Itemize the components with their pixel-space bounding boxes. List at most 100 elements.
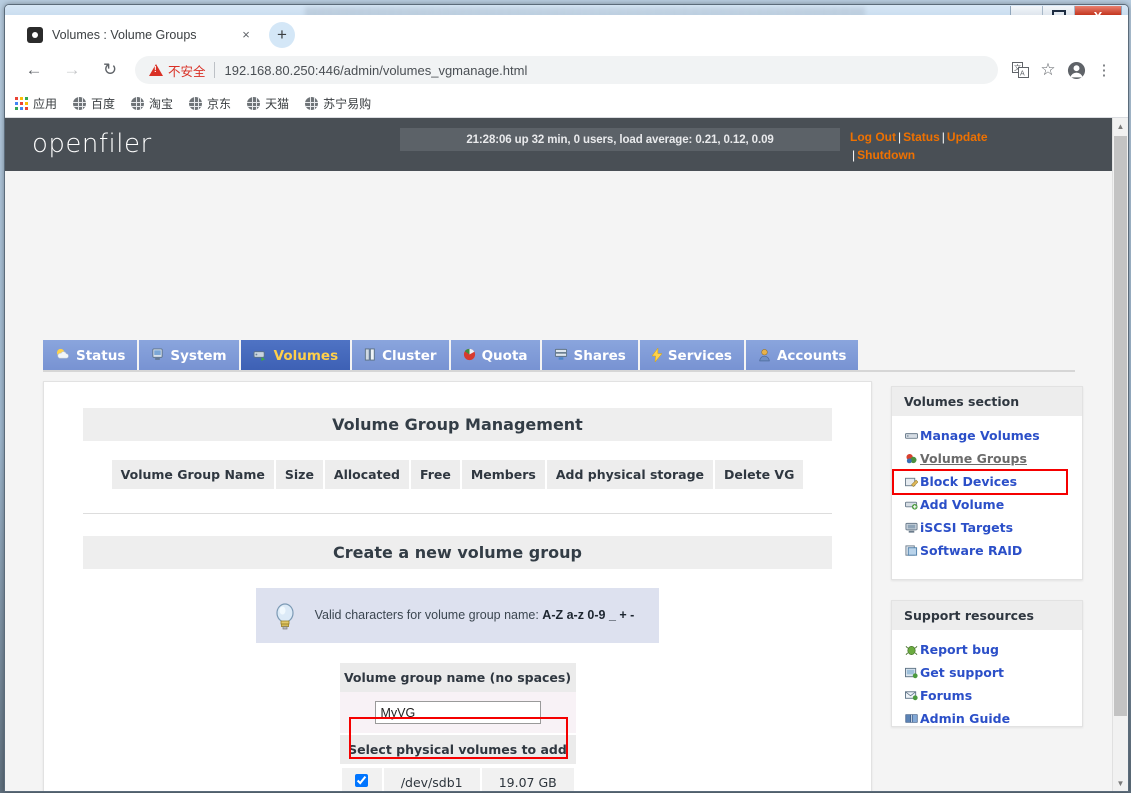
- column-header-free: Free: [411, 460, 460, 489]
- bookmark-item-tmall[interactable]: 天猫: [247, 95, 289, 112]
- sidebar-link[interactable]: Forums: [920, 688, 972, 703]
- bookmark-item-taobao[interactable]: 淘宝: [131, 95, 173, 112]
- svg-text:A: A: [1020, 71, 1025, 78]
- sidebar-link[interactable]: Software RAID: [920, 543, 1022, 558]
- nav-tab-quota[interactable]: Quota: [450, 340, 542, 371]
- shutdown-link[interactable]: Shutdown: [857, 148, 915, 162]
- update-link[interactable]: Update: [947, 130, 988, 144]
- tab-close-icon[interactable]: ×: [238, 27, 254, 43]
- forward-button[interactable]: →: [57, 55, 87, 85]
- nav-tab-label: Services: [667, 347, 732, 364]
- globe-icon: [247, 97, 261, 110]
- pv-device-cell: /dev/sdb1: [383, 768, 480, 791]
- sidebar-link[interactable]: Report bug: [920, 642, 999, 657]
- sidebar-item-forums[interactable]: Forums: [903, 684, 1082, 707]
- bug-icon: [903, 644, 920, 656]
- valid-characters-hint: Valid characters for volume group name: …: [256, 588, 659, 643]
- nav-tab-label: Cluster: [382, 347, 437, 364]
- accounts-icon: [758, 348, 771, 364]
- pv-size-cell: 19.07 GB: [481, 768, 574, 791]
- bookmark-label: 百度: [91, 97, 116, 111]
- sidebar-link[interactable]: Get support: [920, 665, 1004, 680]
- sidebar-link[interactable]: iSCSI Targets: [920, 520, 1013, 535]
- nav-tab-accounts[interactable]: Accounts: [745, 340, 861, 371]
- nav-tab-system[interactable]: System: [139, 340, 241, 371]
- status-link[interactable]: Status: [903, 130, 940, 144]
- bookmark-star-icon[interactable]: ☆: [1034, 56, 1062, 84]
- vg-name-label: Volume group name (no spaces): [339, 663, 576, 692]
- nav-tab-label: System: [170, 347, 227, 364]
- table-row[interactable]: /dev/sdb1 19.07 GB: [341, 768, 574, 791]
- sidebar-item-add-volume[interactable]: Add Volume: [903, 493, 1082, 516]
- sidebar-link[interactable]: Block Devices: [920, 474, 1017, 489]
- nav-tab-cluster[interactable]: Cluster: [352, 340, 451, 371]
- book-icon: [903, 713, 920, 724]
- nav-tab-label: Quota: [481, 347, 528, 364]
- quota-icon: [463, 348, 476, 363]
- browser-menu-icon[interactable]: ⋮: [1090, 56, 1118, 84]
- sidebar-link[interactable]: Add Volume: [920, 497, 1004, 512]
- column-header-size: Size: [275, 460, 323, 489]
- site-favicon-icon: [27, 26, 43, 43]
- volumes-section-title: Volumes section: [892, 387, 1082, 416]
- nav-tab-status[interactable]: Status: [43, 340, 140, 371]
- lightbulb-icon: [270, 601, 300, 631]
- vg-name-row: [339, 692, 576, 733]
- column-header-vg-name: Volume Group Name: [111, 460, 274, 489]
- sidebar-link[interactable]: Volume Groups: [920, 451, 1027, 466]
- browser-tab[interactable]: Volumes : Volume Groups ×: [19, 19, 262, 50]
- new-tab-button[interactable]: +: [269, 22, 295, 48]
- logout-link[interactable]: Log Out: [850, 130, 896, 144]
- sidebar-item-get-support[interactable]: Get support: [903, 661, 1082, 684]
- nav-tab-shares[interactable]: Shares: [541, 340, 640, 371]
- pv-checkbox-cell[interactable]: [341, 768, 382, 791]
- page-scrollbar[interactable]: ▲ ▼: [1112, 118, 1128, 791]
- column-header-allocated: Allocated: [324, 460, 409, 489]
- sidebar-link[interactable]: Admin Guide: [920, 711, 1010, 726]
- reload-button[interactable]: ↻: [95, 55, 125, 85]
- bookmark-item-jd[interactable]: 京东: [189, 95, 231, 112]
- sidebar-item-software-raid[interactable]: Software RAID: [903, 539, 1082, 562]
- openfiler-logo: openfiler: [32, 129, 152, 159]
- globe-icon: [73, 97, 87, 110]
- select-pv-label: Select physical volumes to add: [339, 735, 576, 764]
- scroll-up-arrow-icon[interactable]: ▲: [1113, 118, 1128, 134]
- sidebar-item-report-bug[interactable]: Report bug: [903, 638, 1082, 661]
- nav-tab-services[interactable]: Services: [639, 340, 746, 371]
- hint-valid-chars: A-Z a-z 0-9 _ + -: [542, 608, 635, 622]
- pv-select-checkbox[interactable]: [355, 774, 368, 787]
- address-bar[interactable]: 不安全 192.168.80.250:446/admin/volumes_vgm…: [135, 56, 998, 84]
- scrollbar-thumb[interactable]: [1114, 136, 1127, 716]
- nav-underline: [43, 370, 1075, 372]
- hint-prefix: Valid characters for volume group name:: [314, 608, 543, 622]
- bookmark-item-apps[interactable]: 应用: [15, 95, 57, 112]
- primary-nav-tabs: Status System Volumes Cluster Quota Shar…: [43, 340, 861, 371]
- table-header-row: Volume Group Name Size Allocated Free Me…: [111, 460, 804, 489]
- vg-name-input[interactable]: [374, 701, 541, 724]
- nav-tab-volumes[interactable]: Volumes: [240, 340, 353, 371]
- sidebar-item-block-devices[interactable]: Block Devices: [903, 470, 1082, 493]
- create-vg-form: Volume group name (no spaces) Select phy…: [339, 663, 576, 791]
- tab-title: Volumes : Volume Groups: [52, 27, 197, 42]
- bookmark-item-baidu[interactable]: 百度: [73, 95, 115, 112]
- back-button[interactable]: ←: [19, 55, 49, 85]
- openfiler-page: openfiler 21:28:06 up 32 min, 0 users, l…: [5, 118, 1113, 791]
- sidebar-item-iscsi-targets[interactable]: iSCSI Targets: [903, 516, 1082, 539]
- translate-icon[interactable]: 文 A: [1006, 56, 1034, 84]
- profile-avatar-icon[interactable]: [1062, 56, 1090, 84]
- address-bar-url: 192.168.80.250:446/admin/volumes_vgmanag…: [224, 62, 528, 78]
- lightning-icon: [651, 346, 663, 364]
- volume-groups-table: Volume Group Name Size Allocated Free Me…: [110, 458, 806, 491]
- page-title: Volume Group Management: [83, 408, 832, 441]
- bookmark-item-suning[interactable]: 苏宁易购: [305, 95, 371, 112]
- sidebar-item-manage-volumes[interactable]: Manage Volumes: [903, 424, 1082, 447]
- scroll-down-arrow-icon[interactable]: ▼: [1113, 775, 1128, 791]
- column-header-delete-vg: Delete VG: [715, 460, 804, 489]
- volumes-section-list: Manage Volumes Volume Groups Block Devic…: [892, 416, 1082, 562]
- translate-glyph: 文 A: [1011, 62, 1029, 78]
- nav-tab-label: Shares: [573, 347, 626, 364]
- sidebar-item-volume-groups[interactable]: Volume Groups: [903, 447, 1082, 470]
- sidebar-item-admin-guide[interactable]: Admin Guide: [903, 707, 1082, 730]
- sidebar-link[interactable]: Manage Volumes: [920, 428, 1040, 443]
- page-viewport: openfiler 21:28:06 up 32 min, 0 users, l…: [5, 118, 1128, 791]
